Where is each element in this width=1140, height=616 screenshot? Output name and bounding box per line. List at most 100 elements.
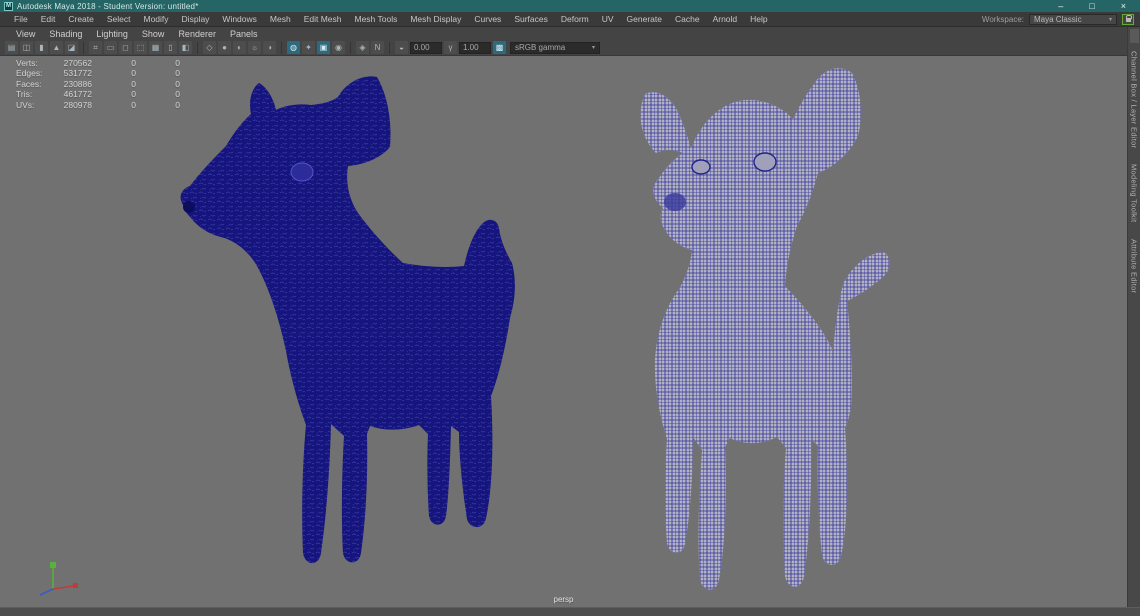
resolution-gate-icon[interactable]: ◻ <box>119 41 132 54</box>
shaded-icon[interactable]: ● <box>218 41 231 54</box>
menu-select[interactable]: Select <box>107 14 131 24</box>
grid-icon[interactable]: ⌗ <box>89 41 102 54</box>
menu-curves[interactable]: Curves <box>474 14 501 24</box>
field-chart-icon[interactable]: ▦ <box>149 41 162 54</box>
panel-menu-view[interactable]: View <box>16 29 35 39</box>
panel-menu-lighting[interactable]: Lighting <box>96 29 128 39</box>
menu-create[interactable]: Create <box>68 14 94 24</box>
workspace-value: Maya Classic <box>1034 15 1082 24</box>
toolbar-separator <box>281 42 282 54</box>
motion-blur-icon[interactable]: ✦ <box>302 41 315 54</box>
view-transform-dropdown[interactable]: sRGB gamma ▾ <box>510 42 600 54</box>
fawn-right-nose <box>664 193 686 211</box>
hud-uvs-label: UVs: <box>16 100 62 110</box>
hud-tris-total: 461772 <box>62 89 92 99</box>
menu-mesh-display[interactable]: Mesh Display <box>410 14 461 24</box>
view-transform-value: sRGB gamma <box>515 43 565 52</box>
menu-cache[interactable]: Cache <box>675 14 700 24</box>
maximize-icon[interactable]: □ <box>1089 2 1094 11</box>
film-gate-icon[interactable]: ▭ <box>104 41 117 54</box>
bookmark-icon[interactable]: ▲ <box>50 41 63 54</box>
right-sidebar-strip: Channel Box / Layer Editor Modeling Tool… <box>1127 27 1140 607</box>
antialias-icon[interactable]: ▣ <box>317 41 330 54</box>
workspace-dropdown[interactable]: Maya Classic ▾ <box>1029 14 1117 25</box>
fawn-model-right[interactable] <box>641 68 890 589</box>
gate-mask-icon[interactable]: ⬚ <box>134 41 147 54</box>
toolbar-separator <box>389 42 390 54</box>
menu-mesh-tools[interactable]: Mesh Tools <box>355 14 398 24</box>
hud-tris-selected: 0 <box>92 89 136 99</box>
gamma-field[interactable]: 1.00 <box>459 42 491 54</box>
menu-modify[interactable]: Modify <box>144 14 169 24</box>
safe-action-icon[interactable]: ▯ <box>164 41 177 54</box>
menu-edit[interactable]: Edit <box>41 14 56 24</box>
toolbar-separator <box>83 42 84 54</box>
menu-surfaces[interactable]: Surfaces <box>514 14 548 24</box>
hud-edges-selected: 0 <box>92 68 136 78</box>
hud-row-uvs: UVs: 280978 0 0 <box>16 100 180 110</box>
workspace-area: Workspace: Maya Classic ▾ <box>982 14 1140 25</box>
bottom-bar <box>0 607 1140 616</box>
lock-camera-icon[interactable]: ◫ <box>20 41 33 54</box>
perspective-viewport[interactable]: Verts: 270562 0 0 Edges: 531772 0 0 Face… <box>0 56 1127 607</box>
menu-mesh[interactable]: Mesh <box>270 14 291 24</box>
workspace-lock-button[interactable] <box>1122 14 1134 25</box>
panel-menu-renderer[interactable]: Renderer <box>178 29 216 39</box>
hud-row-tris: Tris: 461772 0 0 <box>16 89 180 99</box>
maya-logo-icon: M <box>4 2 13 11</box>
tab-attribute-editor[interactable]: Attribute Editor <box>1130 239 1139 293</box>
hud-row-edges: Edges: 531772 0 0 <box>16 68 180 78</box>
viewport-toolbar: ▤ ◫ ▮ ▲ ◪ ⌗ ▭ ◻ ⬚ ▦ ▯ ◧ ◇ ● ◐ ☼ ◑ ◍ ✦ ▣ … <box>0 40 1140 56</box>
sidebar-grip-icon[interactable] <box>1130 29 1139 43</box>
shadows-icon[interactable]: ◑ <box>263 41 276 54</box>
wireframe-icon[interactable]: ◇ <box>203 41 216 54</box>
panel-menu-bar: View Shading Lighting Show Renderer Pane… <box>0 27 1140 40</box>
gamma-icon[interactable]: γ <box>444 41 457 54</box>
hud-uvs-component: 0 <box>136 100 180 110</box>
fawn-model-left[interactable] <box>181 76 515 563</box>
menu-edit-mesh[interactable]: Edit Mesh <box>304 14 342 24</box>
fawn-left-nose <box>183 201 195 213</box>
hud-faces-label: Faces: <box>16 79 62 89</box>
textured-icon[interactable]: ◐ <box>233 41 246 54</box>
title-bar: M Autodesk Maya 2018 - Student Version: … <box>0 0 1140 12</box>
menu-deform[interactable]: Deform <box>561 14 589 24</box>
menu-windows[interactable]: Windows <box>222 14 256 24</box>
hud-edges-total: 531772 <box>62 68 92 78</box>
menu-file[interactable]: File <box>14 14 28 24</box>
hud-tris-component: 0 <box>136 89 180 99</box>
safe-title-icon[interactable]: ◧ <box>179 41 192 54</box>
lights-icon[interactable]: ☼ <box>248 41 261 54</box>
chevron-down-icon: ▾ <box>592 44 595 51</box>
main-menu-bar: File Edit Create Select Modify Display W… <box>0 12 1140 27</box>
camera-attributes-icon[interactable]: ▮ <box>35 41 48 54</box>
menu-display[interactable]: Display <box>182 14 210 24</box>
depth-of-field-icon[interactable]: ◉ <box>332 41 345 54</box>
fawn-left-eye <box>291 163 313 181</box>
panel-menu-panels[interactable]: Panels <box>230 29 258 39</box>
menu-generate[interactable]: Generate <box>627 14 662 24</box>
menu-uv[interactable]: UV <box>602 14 614 24</box>
hud-edges-component: 0 <box>136 68 180 78</box>
xray-icon[interactable]: N <box>371 41 384 54</box>
color-management-icon[interactable]: ▩ <box>493 41 506 54</box>
exposure-field[interactable]: 0.00 <box>410 42 442 54</box>
close-icon[interactable]: × <box>1121 2 1126 11</box>
menu-help[interactable]: Help <box>750 14 767 24</box>
ssao-icon[interactable]: ◍ <box>287 41 300 54</box>
isolate-select-icon[interactable]: ◈ <box>356 41 369 54</box>
poly-count-hud: Verts: 270562 0 0 Edges: 531772 0 0 Face… <box>16 58 180 110</box>
minimize-icon[interactable]: – <box>1058 2 1063 11</box>
image-plane-icon[interactable]: ◪ <box>65 41 78 54</box>
scene-canvas <box>0 56 1127 607</box>
exposure-icon[interactable]: ◒ <box>395 41 408 54</box>
tab-channel-box[interactable]: Channel Box / Layer Editor <box>1130 51 1139 148</box>
menu-arnold[interactable]: Arnold <box>713 14 738 24</box>
toolbar-separator <box>350 42 351 54</box>
axis-gizmo-icon <box>26 557 82 599</box>
hud-uvs-total: 280978 <box>62 100 92 110</box>
select-camera-icon[interactable]: ▤ <box>5 41 18 54</box>
panel-menu-shading[interactable]: Shading <box>49 29 82 39</box>
tab-modeling-toolkit[interactable]: Modeling Toolkit <box>1130 164 1139 222</box>
panel-menu-show[interactable]: Show <box>142 29 165 39</box>
